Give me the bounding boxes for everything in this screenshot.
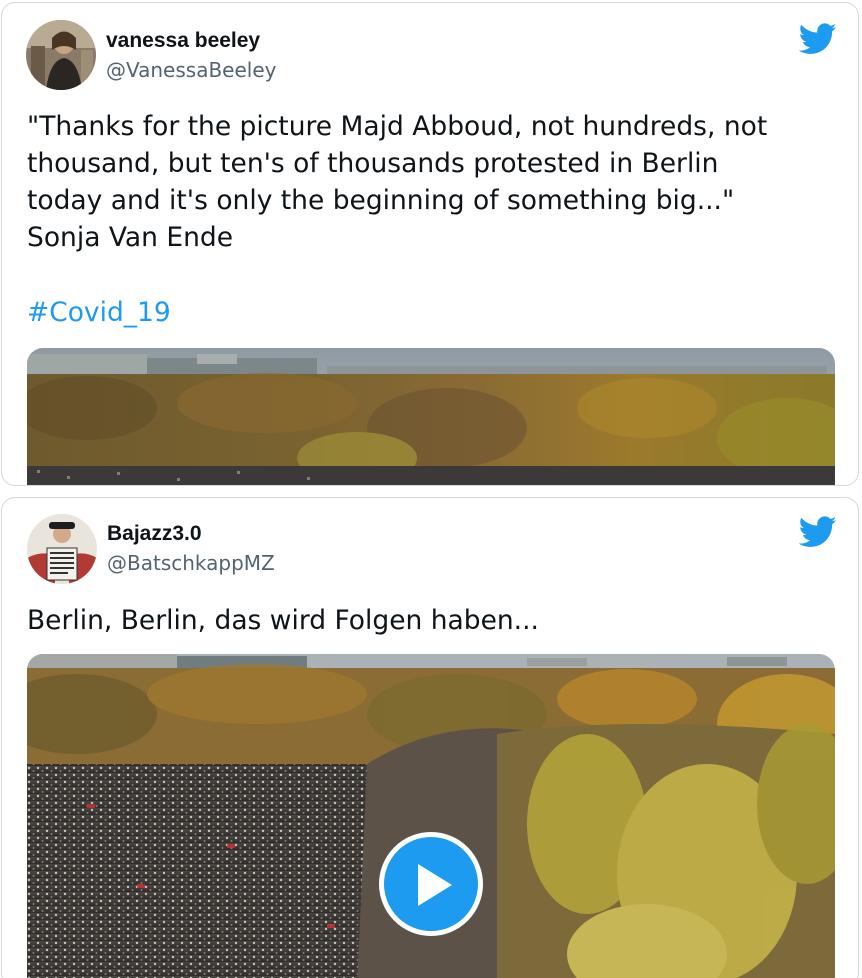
play-icon bbox=[418, 864, 452, 906]
tweet-video[interactable] bbox=[27, 654, 835, 978]
tweet-card[interactable]: vanessa beeley @VanessaBeeley "Thanks fo… bbox=[1, 2, 859, 486]
twitter-bird-icon[interactable] bbox=[799, 516, 837, 548]
tweet-text-line: "Thanks for the picture Majd Abboud, not… bbox=[27, 111, 768, 142]
tweet-text-line: thousand, but ten's of thousands protest… bbox=[27, 148, 719, 179]
hashtag-link[interactable]: #Covid_19 bbox=[27, 297, 171, 328]
display-name[interactable]: vanessa beeley bbox=[106, 29, 260, 53]
user-handle[interactable]: @VanessaBeeley bbox=[106, 58, 277, 82]
tweet-text-line: Sonja Van Ende bbox=[27, 222, 234, 253]
avatar[interactable] bbox=[27, 514, 97, 584]
tweet-text-line: today and it's only the beginning of som… bbox=[27, 185, 735, 216]
avatar[interactable] bbox=[26, 20, 96, 90]
user-handle[interactable]: @BatschkappMZ bbox=[107, 551, 275, 575]
display-name[interactable]: Bajazz3.0 bbox=[107, 522, 202, 546]
tweet-text-line: Berlin, Berlin, das wird Folgen haben... bbox=[27, 605, 539, 636]
play-button[interactable] bbox=[379, 832, 483, 936]
twitter-bird-icon[interactable] bbox=[799, 23, 837, 55]
tweet-card[interactable]: Bajazz3.0 @BatschkappMZ Berlin, Berlin, … bbox=[1, 497, 859, 978]
tweet-photo[interactable] bbox=[27, 348, 835, 485]
